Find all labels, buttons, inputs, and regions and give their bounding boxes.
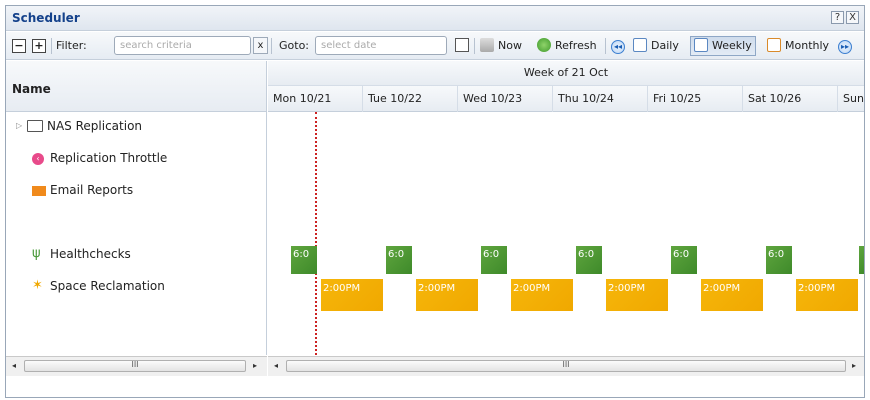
throttle-icon: ‹ <box>32 153 44 165</box>
daily-view-button[interactable]: Daily <box>633 38 679 54</box>
toolbar-separator <box>474 38 475 54</box>
space-reclamation-event[interactable]: 2:00PM <box>321 279 383 311</box>
expand-all-button[interactable]: + <box>32 39 46 53</box>
refresh-button[interactable]: Refresh <box>537 38 597 54</box>
space-reclamation-event[interactable]: 2:00PM <box>796 279 858 311</box>
scrollbar-thumb[interactable]: III <box>24 360 246 372</box>
scroll-left-arrow-icon[interactable]: ◂ <box>274 361 278 370</box>
name-column: Name ▷ NAS Replication ‹ Replication Thr… <box>6 61 267 355</box>
stethoscope-icon: ψ <box>32 246 41 261</box>
name-column-header[interactable]: Name <box>6 61 266 112</box>
scroll-right-arrow-icon[interactable]: ▸ <box>253 361 257 370</box>
clock-icon <box>480 38 494 52</box>
now-button[interactable]: Now <box>480 38 522 54</box>
expand-arrow-icon[interactable]: ▷ <box>16 118 22 134</box>
toolbar-separator <box>271 38 272 54</box>
day-header[interactable]: Thu 10/24 <box>553 86 648 112</box>
calendar-day-icon <box>633 38 647 52</box>
space-reclamation-event[interactable]: 2:00PM <box>511 279 573 311</box>
next-period-button[interactable]: ▸▸ <box>838 38 852 54</box>
calendar-picker-icon[interactable] <box>455 38 469 52</box>
daily-label: Daily <box>651 39 679 52</box>
tree-row-label: Space Reclamation <box>50 279 165 293</box>
goto-date-input[interactable] <box>315 36 447 55</box>
name-column-scrollbar[interactable]: ◂ III ▸ <box>6 356 267 376</box>
toolbar: − + Filter: x Goto: Now Refresh ◂◂ Daily… <box>6 32 864 60</box>
space-reclamation-event[interactable]: 2:00PM <box>416 279 478 311</box>
sparkle-icon: ✶ <box>32 278 43 293</box>
healthcheck-event[interactable]: 6:0 <box>576 246 602 274</box>
day-header[interactable]: Tue 10/22 <box>363 86 458 112</box>
scroll-right-arrow-icon[interactable]: ▸ <box>852 361 856 370</box>
schedule-scrollbar[interactable]: ◂ III ▸ <box>268 356 864 376</box>
day-header[interactable]: Wed 10/23 <box>458 86 553 112</box>
envelope-icon <box>32 186 46 196</box>
title-bar: Scheduler ? X <box>6 6 864 31</box>
toolbar-separator <box>51 38 52 54</box>
healthcheck-event[interactable]: 6:0 <box>766 246 792 274</box>
tree-row-label: NAS Replication <box>47 119 143 133</box>
current-time-marker <box>315 112 317 355</box>
calendar-week-icon <box>694 38 708 52</box>
day-header[interactable]: Fri 10/25 <box>648 86 743 112</box>
healthcheck-event[interactable]: 6:0 <box>291 246 317 274</box>
tree-row-label: Replication Throttle <box>50 151 168 165</box>
scrollbar-thumb[interactable]: III <box>286 360 846 372</box>
space-reclamation-event[interactable]: 2:00PM <box>701 279 763 311</box>
folder-icon <box>27 120 43 132</box>
clear-filter-button[interactable]: x <box>253 37 268 54</box>
collapse-all-button[interactable]: − <box>12 39 26 53</box>
calendar-month-icon <box>767 38 781 52</box>
weekly-label: Weekly <box>712 39 752 52</box>
day-header[interactable]: Sat 10/26 <box>743 86 838 112</box>
healthcheck-event[interactable]: 6:0 <box>481 246 507 274</box>
healthcheck-event[interactable]: 6:0 <box>671 246 697 274</box>
goto-label: Goto: <box>279 39 310 52</box>
monthly-view-button[interactable]: Monthly <box>767 38 829 54</box>
healthcheck-event[interactable]: 6:0 <box>386 246 412 274</box>
filter-label: Filter: <box>56 39 87 52</box>
previous-period-button[interactable]: ◂◂ <box>611 38 625 54</box>
toolbar-separator <box>605 38 606 54</box>
weekly-view-button[interactable]: Weekly <box>690 36 756 56</box>
day-header-row: Mon 10/21 Tue 10/22 Wed 10/23 Thu 10/24 … <box>268 86 864 112</box>
week-header: Week of 21 Oct <box>268 61 864 86</box>
fast-forward-icon: ▸▸ <box>838 40 852 54</box>
day-header[interactable]: Mon 10/21 <box>268 86 363 112</box>
tree-row-replication-throttle[interactable]: ‹ Replication Throttle <box>6 150 267 182</box>
healthcheck-event[interactable] <box>859 246 864 274</box>
help-button[interactable]: ? <box>831 11 844 24</box>
close-button[interactable]: X <box>846 11 859 24</box>
space-reclamation-event[interactable]: 2:00PM <box>606 279 668 311</box>
tree-row-email-reports[interactable]: Email Reports <box>6 182 267 214</box>
tree-row-nas-replication[interactable]: ▷ NAS Replication <box>6 118 267 150</box>
rewind-icon: ◂◂ <box>611 40 625 54</box>
scroll-left-arrow-icon[interactable]: ◂ <box>12 361 16 370</box>
tree-row-label: Healthchecks <box>50 247 131 261</box>
tree-row-healthchecks[interactable]: ψ Healthchecks <box>6 246 267 278</box>
scheduler-window: Scheduler ? X − + Filter: x Goto: Now Re… <box>5 5 865 398</box>
window-title: Scheduler <box>12 11 80 25</box>
filter-input[interactable] <box>114 36 251 55</box>
monthly-label: Monthly <box>785 39 830 52</box>
now-label: Now <box>498 39 522 52</box>
schedule-grid: Week of 21 Oct Mon 10/21 Tue 10/22 Wed 1… <box>268 61 864 355</box>
refresh-icon <box>537 38 551 52</box>
tree-row-label: Email Reports <box>50 183 134 197</box>
refresh-label: Refresh <box>555 39 597 52</box>
day-header[interactable]: Sun <box>838 86 864 112</box>
tree-row-space-reclamation[interactable]: ✶ Space Reclamation <box>6 278 267 310</box>
